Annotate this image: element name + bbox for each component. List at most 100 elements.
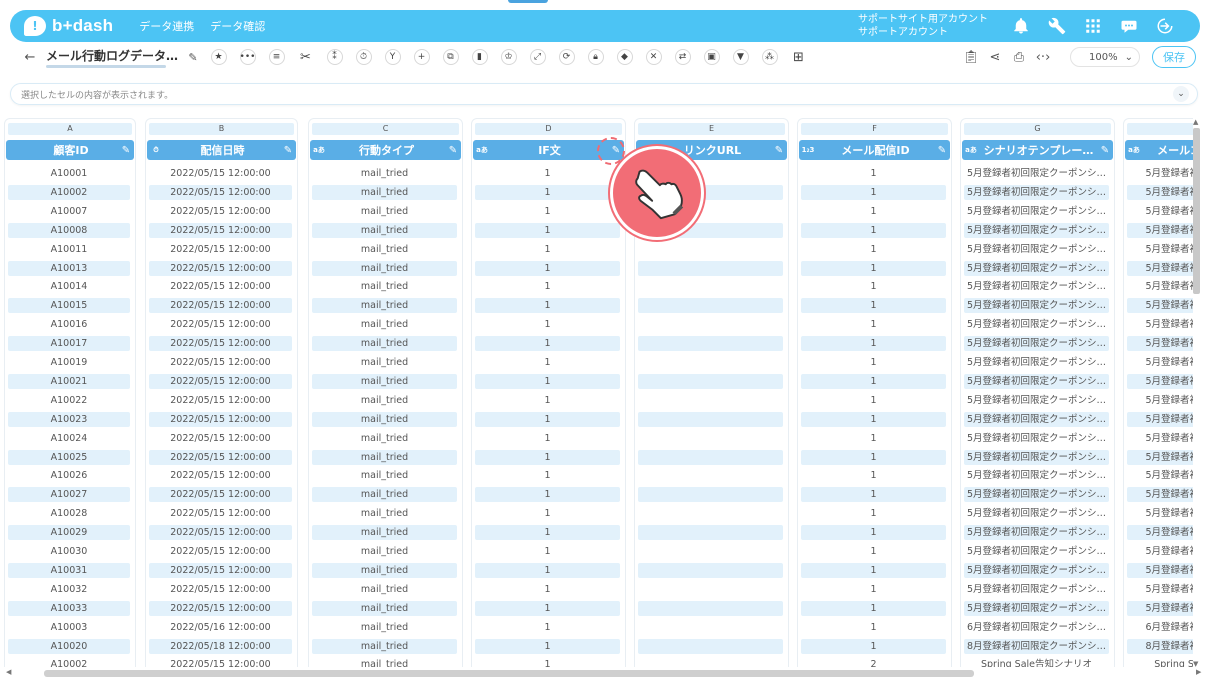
table-cell[interactable] (638, 336, 783, 352)
table-cell[interactable]: 1 (475, 544, 620, 559)
table-cell[interactable]: A10014 (8, 279, 130, 294)
horizontal-scroll-thumb[interactable] (44, 670, 974, 677)
add-tool[interactable]: + (407, 46, 436, 68)
table-cell[interactable]: 2022/05/15 12:00:00 (149, 279, 292, 294)
table-cell[interactable] (638, 373, 783, 389)
code-icon[interactable]: ‹·› (1034, 48, 1052, 66)
table-cell[interactable]: A10007 (8, 204, 130, 219)
table-cell[interactable]: 5月登録者初回 (1127, 600, 1193, 616)
file-name-label[interactable]: メール行動ログデータ… (46, 47, 182, 68)
delete-tool[interactable]: ▮ (465, 46, 494, 68)
table-cell[interactable]: 2022/05/15 12:00:00 (149, 562, 292, 578)
filter-tool[interactable]: ▼ (726, 46, 755, 68)
table-cell[interactable]: 1 (801, 487, 946, 503)
table-cell[interactable]: 1 (801, 317, 946, 332)
column-header[interactable]: aあメールコ✎ (1125, 140, 1193, 160)
scroll-right-icon[interactable]: ▶ (1196, 668, 1201, 676)
table-cell[interactable]: mail_tried (312, 411, 457, 427)
table-cell[interactable]: 2022/05/15 12:00:00 (149, 204, 292, 219)
logout-icon[interactable] (1156, 17, 1174, 35)
vertical-scroll-thumb[interactable] (1193, 128, 1200, 294)
table-cell[interactable]: 6月登録者初回限定クーポンシ… (964, 620, 1109, 635)
table-cell[interactable]: mail_tried (312, 184, 457, 200)
table-cell[interactable]: 5月登録者初回限定クーポンシ… (964, 373, 1109, 389)
wrench-icon[interactable] (1048, 17, 1066, 35)
copy-tool[interactable]: ⧉ (436, 46, 465, 68)
pencil-icon[interactable]: ✎ (186, 50, 200, 64)
column-letter[interactable]: C (312, 123, 459, 135)
table-cell[interactable]: 1 (475, 373, 620, 389)
timer-tool[interactable]: ⏱ (349, 46, 378, 68)
table-cell[interactable]: 1 (475, 487, 620, 503)
table-cell[interactable]: mail_tried (312, 242, 457, 257)
table-cell[interactable]: 2022/05/15 12:00:00 (149, 317, 292, 332)
table-cell[interactable]: mail_tried (312, 582, 457, 597)
table-cell[interactable]: A10022 (8, 393, 130, 408)
table-cell[interactable]: 5月登録者初回限定クーポンシ… (964, 166, 1109, 181)
table-cell[interactable] (638, 242, 783, 257)
table-cell[interactable]: mail_tried (312, 336, 457, 352)
table-cell[interactable]: 2 (801, 657, 946, 667)
expand-tool[interactable]: ⤢ (523, 46, 552, 68)
table-cell[interactable]: 1 (475, 184, 620, 200)
table-cell[interactable]: 6月登録者初回 (1127, 620, 1193, 635)
chevron-down-icon[interactable]: ⌄ (1173, 86, 1189, 102)
table-cell[interactable]: A10025 (8, 449, 130, 465)
table-cell[interactable]: 5月登録者初回限定クーポンシ… (964, 184, 1109, 200)
table-cell[interactable]: mail_tried (312, 355, 457, 370)
table-cell[interactable]: 2022/05/15 12:00:00 (149, 184, 292, 200)
table-cell[interactable]: 1 (801, 204, 946, 219)
table-cell[interactable]: A10031 (8, 562, 130, 578)
column-letter[interactable]: A (8, 123, 132, 135)
table-cell[interactable]: A10029 (8, 525, 130, 541)
table-cell[interactable]: 2022/05/15 12:00:00 (149, 506, 292, 521)
table-cell[interactable]: 5月登録者初回 (1127, 544, 1193, 559)
table-cell[interactable]: 1 (475, 600, 620, 616)
table-cell[interactable] (638, 317, 783, 332)
table-cell[interactable] (638, 600, 783, 616)
table-cell[interactable]: 1 (475, 638, 620, 654)
table-cell[interactable]: 2022/05/15 12:00:00 (149, 222, 292, 238)
crown-tool[interactable]: ♔ (494, 46, 523, 68)
table-cell[interactable]: 5月登録者初回 (1127, 525, 1193, 541)
table-cell[interactable]: 1 (801, 506, 946, 521)
scroll-up-icon[interactable]: ▲ (1193, 118, 1198, 126)
table-cell[interactable] (638, 431, 783, 446)
table-cell[interactable]: mail_tried (312, 600, 457, 616)
table-cell[interactable]: 5月登録者初回 (1127, 355, 1193, 370)
table-cell[interactable]: 5月登録者初回 (1127, 279, 1193, 294)
table-cell[interactable]: 1 (475, 506, 620, 521)
people-tool[interactable]: ⁂ (755, 46, 784, 68)
table-cell[interactable]: 5月登録者初回限定クーポンシ… (964, 411, 1109, 427)
table-cell[interactable]: 5月登録者初回 (1127, 431, 1193, 446)
table-cell[interactable]: 1 (801, 298, 946, 314)
table-cell[interactable]: 5月登録者初回限定クーポンシ… (964, 204, 1109, 219)
table-cell[interactable] (638, 411, 783, 427)
table-cell[interactable]: 5月登録者初回限定クーポンシ… (964, 544, 1109, 559)
table-cell[interactable]: mail_tried (312, 638, 457, 654)
table-cell[interactable]: 1 (801, 638, 946, 654)
table-cell[interactable]: 1 (801, 600, 946, 616)
table-cell[interactable]: 1 (801, 544, 946, 559)
table-cell[interactable]: 5月登録者初回限定クーポンシ… (964, 242, 1109, 257)
table-cell[interactable]: 1 (801, 373, 946, 389)
table-cell[interactable]: 5月登録者初回限定クーポンシ… (964, 279, 1109, 294)
table-cell[interactable]: 1 (475, 431, 620, 446)
chat-support-icon[interactable] (1120, 17, 1138, 35)
horizontal-scrollbar[interactable]: ◀ ▶ (0, 668, 1210, 680)
table-cell[interactable]: 1 (475, 620, 620, 635)
table-cell[interactable]: 1 (475, 525, 620, 541)
brand-logo[interactable]: ! b+dash (24, 16, 113, 36)
table-cell[interactable]: 5月登録者初回 (1127, 260, 1193, 276)
table-cell[interactable] (638, 582, 783, 597)
table-cell[interactable]: 1 (475, 393, 620, 408)
table-cell[interactable]: mail_tried (312, 487, 457, 503)
table-cell[interactable] (638, 525, 783, 541)
table-cell[interactable]: mail_tried (312, 222, 457, 238)
table-cell[interactable]: 1 (801, 222, 946, 238)
table-cell[interactable]: 8月登録者初回 (1127, 638, 1193, 654)
edit-column-pencil-icon[interactable]: ✎ (280, 145, 296, 156)
table-cell[interactable]: A10001 (8, 166, 130, 181)
table-cell[interactable]: 5月登録者初回限定クーポンシ… (964, 298, 1109, 314)
table-cell[interactable]: mail_tried (312, 393, 457, 408)
